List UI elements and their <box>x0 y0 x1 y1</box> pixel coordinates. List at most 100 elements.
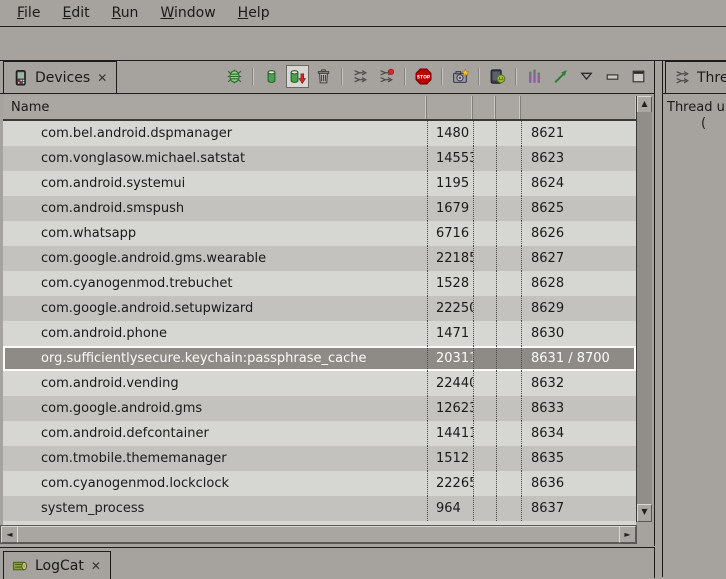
tab-logcat[interactable]: LogCat ✕ <box>3 551 111 579</box>
column-header-empty1[interactable] <box>473 96 496 119</box>
method-profiling-button[interactable] <box>375 65 398 88</box>
table-row[interactable]: com.android.smspush16798625 <box>3 196 636 221</box>
toolbar-separator <box>252 68 254 85</box>
dump-hprof-icon <box>289 68 306 85</box>
table-row[interactable]: com.google.android.gms.wearable221858627 <box>3 246 636 271</box>
client-empty-cell <box>473 346 496 371</box>
client-empty-cell <box>473 296 496 321</box>
table-row[interactable]: com.cyanogenmod.trebuchet15288628 <box>3 271 636 296</box>
screen-capture-button[interactable] <box>449 65 472 88</box>
client-empty-cell <box>473 471 496 496</box>
client-port: 8621 <box>521 121 636 146</box>
table-row[interactable]: com.vonglasow.michael.satstat145538623 <box>3 146 636 171</box>
table-row[interactable]: com.google.android.setupwizard222508629 <box>3 296 636 321</box>
column-header-pid[interactable] <box>427 96 473 119</box>
table-row[interactable]: com.android.defcontainer144118634 <box>3 421 636 446</box>
client-pid: 14553 <box>427 146 473 171</box>
tab-threads-label: Threads <box>697 70 726 86</box>
client-name: com.android.smspush <box>3 196 427 221</box>
screen-capture-icon <box>452 68 469 85</box>
table-row[interactable]: com.bel.android.dspmanager1480 8621 <box>3 121 636 146</box>
tab-devices[interactable]: Devices ✕ <box>3 61 117 93</box>
vertical-scrollbar[interactable]: ▲ ▼ <box>636 96 652 522</box>
client-empty-cell <box>473 121 496 146</box>
table-row[interactable]: com.cyanogenmod.lockclock222658636 <box>3 471 636 496</box>
screen-record-icon <box>489 68 506 85</box>
vertical-sash[interactable] <box>655 61 662 577</box>
debug-attach-button[interactable] <box>223 65 246 88</box>
client-empty-cell <box>473 146 496 171</box>
horizontal-scroll-thumb[interactable] <box>17 526 620 543</box>
stop-process-button[interactable]: STOP <box>412 65 435 88</box>
menu-run[interactable]: Run <box>101 2 150 24</box>
devices-view: Devices ✕ STOP Name com.bel.android.dspm… <box>0 61 655 546</box>
menu-help[interactable]: Help <box>227 2 281 24</box>
toolbar-separator <box>341 68 343 85</box>
tab-threads[interactable]: Threads <box>665 61 726 93</box>
table-row-selected[interactable]: org.sufficientlysecure.keychain:passphra… <box>3 346 636 371</box>
client-empty-cell <box>496 371 521 396</box>
cause-gc-icon <box>315 68 332 85</box>
table-row[interactable]: com.android.vending224408632 <box>3 371 636 396</box>
close-icon[interactable]: ✕ <box>90 559 102 573</box>
client-name: com.bel.android.dspmanager <box>3 121 427 146</box>
maximize-button[interactable] <box>627 65 650 88</box>
client-port: 8624 <box>521 171 636 196</box>
update-heap-button[interactable] <box>260 65 283 88</box>
horizontal-scrollbar[interactable]: ◄ ► <box>0 525 637 544</box>
debug-attach-icon <box>226 68 243 85</box>
update-threads-button[interactable] <box>349 65 372 88</box>
client-port: 8625 <box>521 196 636 221</box>
client-empty-cell <box>473 496 496 521</box>
client-empty-cell <box>496 396 521 421</box>
client-empty-cell <box>473 196 496 221</box>
toolbar-separator <box>515 68 517 85</box>
client-pid: 1195 <box>427 171 473 196</box>
dump-hprof-button[interactable] <box>286 65 309 88</box>
devices-view-header: Devices ✕ STOP <box>0 61 654 94</box>
table-row[interactable]: com.android.phone14718630 <box>3 321 636 346</box>
table-row[interactable]: com.tmobile.thememanager15128635 <box>3 446 636 471</box>
green-arrow-button[interactable] <box>549 65 572 88</box>
cause-gc-button[interactable] <box>312 65 335 88</box>
column-header-port[interactable] <box>521 96 636 119</box>
menu-edit[interactable]: Edit <box>51 2 100 24</box>
column-header-empty2[interactable] <box>496 96 521 119</box>
menu-window[interactable]: Window <box>149 2 226 24</box>
client-empty-cell <box>496 346 521 371</box>
table-row[interactable]: com.whatsapp67168626 <box>3 221 636 246</box>
table-row[interactable]: system_process9648637 <box>3 496 636 521</box>
client-pid: 6716 <box>427 221 473 246</box>
table-row[interactable]: com.android.systemui11958624 <box>3 171 636 196</box>
threads-view: Threads Thread up ( <box>662 61 726 577</box>
client-port: 8634 <box>521 421 636 446</box>
client-empty-cell <box>473 446 496 471</box>
client-pid: 22265 <box>427 471 473 496</box>
client-pid: 20311 <box>427 346 473 371</box>
minimize-button[interactable] <box>601 65 624 88</box>
workbench-area: Devices ✕ STOP Name com.bel.android.dspm… <box>0 61 726 577</box>
vertical-scroll-thumb[interactable] <box>637 112 652 506</box>
client-name: com.google.android.gms.wearable <box>3 246 427 271</box>
client-name: com.android.vending <box>3 371 427 396</box>
scroll-down-button[interactable]: ▼ <box>637 504 652 522</box>
client-pid: 1528 <box>427 271 473 296</box>
scroll-left-button[interactable]: ◄ <box>1 526 18 543</box>
client-pid: 1480 <box>427 121 473 146</box>
sysinfo-button[interactable] <box>523 65 546 88</box>
stop-process-icon: STOP <box>415 68 432 85</box>
client-port: 8632 <box>521 371 636 396</box>
scroll-right-button[interactable]: ► <box>619 526 636 543</box>
client-empty-cell <box>496 321 521 346</box>
column-header-name[interactable]: Name <box>3 96 427 119</box>
client-empty-cell <box>496 171 521 196</box>
client-empty-cell <box>473 271 496 296</box>
client-empty-cell <box>473 246 496 271</box>
view-menu-button[interactable] <box>575 65 598 88</box>
client-empty-cell <box>496 471 521 496</box>
close-icon[interactable]: ✕ <box>96 71 108 85</box>
update-threads-icon <box>352 68 369 85</box>
table-row[interactable]: com.google.android.gms126238633 <box>3 396 636 421</box>
screen-record-button[interactable] <box>486 65 509 88</box>
menu-file[interactable]: File <box>6 2 51 24</box>
